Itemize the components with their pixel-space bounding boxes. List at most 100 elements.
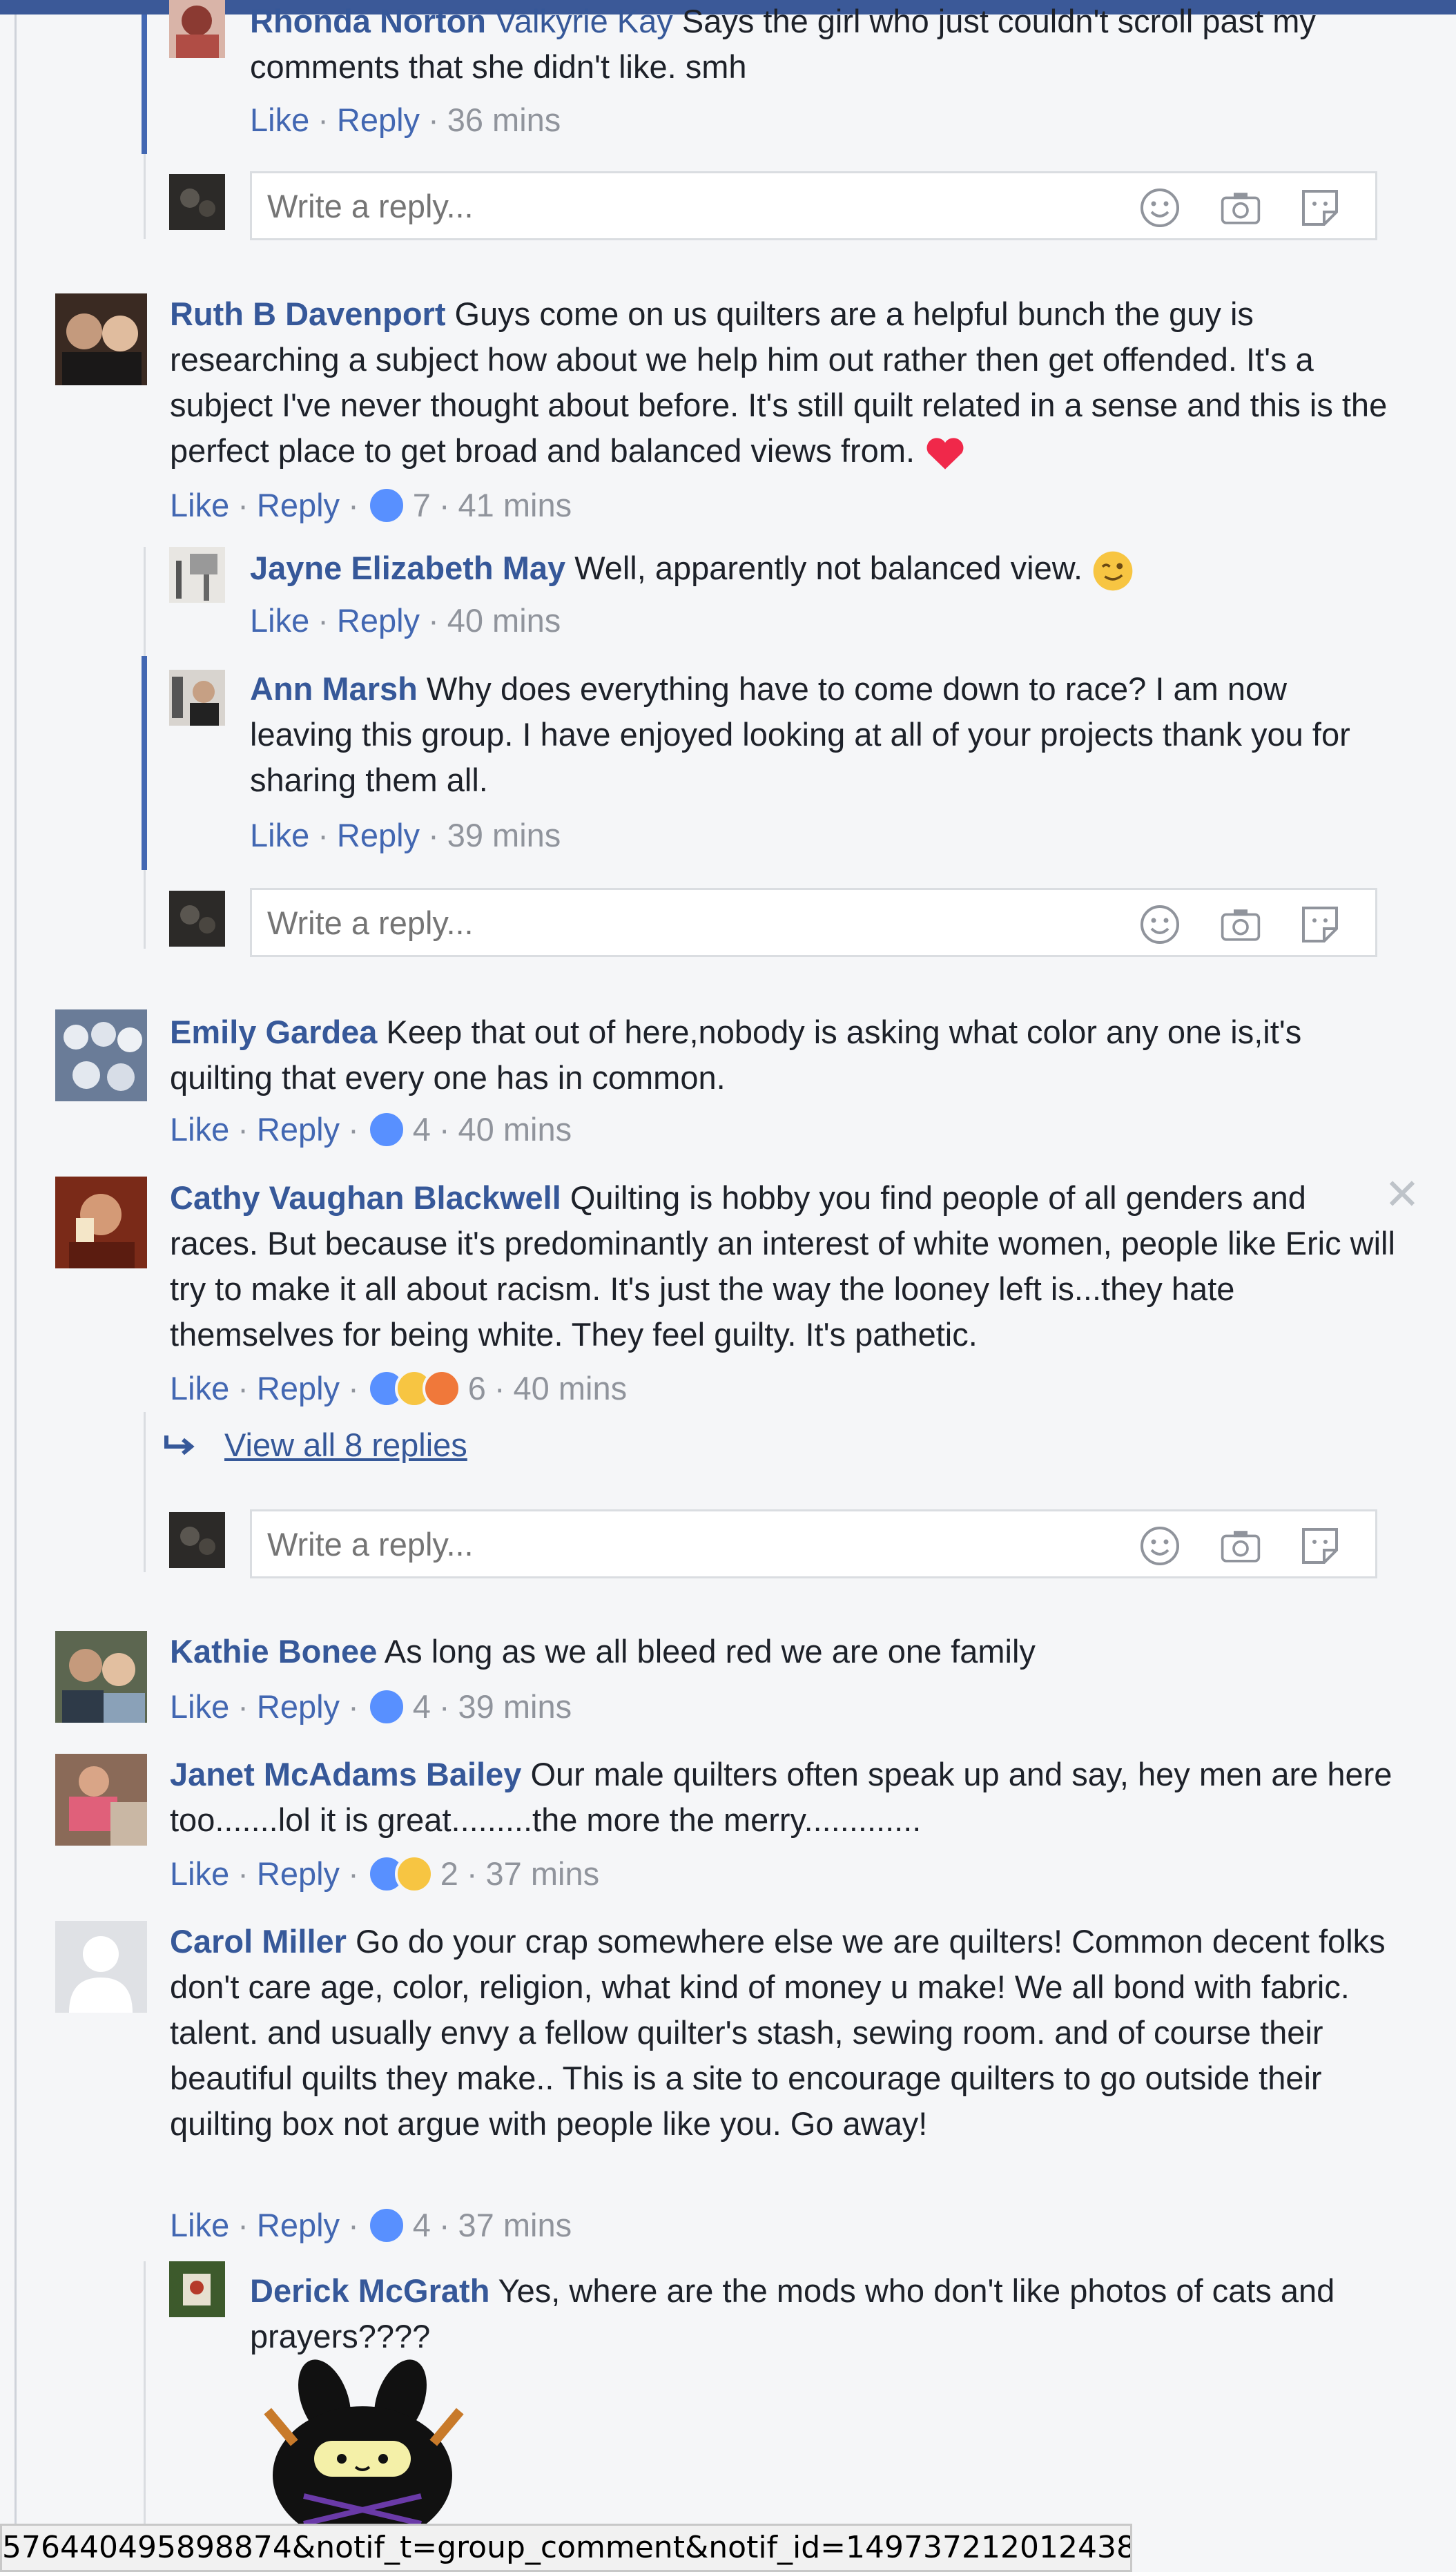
- separator: ·: [428, 101, 439, 138]
- reply-link[interactable]: Reply: [257, 1851, 340, 1897]
- reaction-count[interactable]: 2: [440, 1851, 458, 1897]
- commenter-name[interactable]: Cathy Vaughan Blackwell: [170, 1179, 561, 1216]
- separator: ·: [428, 817, 439, 853]
- reply-link[interactable]: Reply: [257, 1366, 340, 1411]
- separator: ·: [438, 1688, 450, 1725]
- reply-input[interactable]: [267, 173, 1061, 238]
- avatar[interactable]: [55, 1754, 147, 1846]
- sticker-icon[interactable]: [1299, 1527, 1341, 1565]
- emoji-icon[interactable]: [1139, 188, 1181, 227]
- reaction-count[interactable]: 4: [413, 1107, 431, 1152]
- timestamp: 36 mins: [447, 101, 561, 138]
- like-reaction-icon[interactable]: [367, 2206, 406, 2245]
- thread-left-border: [14, 14, 17, 2572]
- timestamp: 41 mins: [458, 487, 572, 523]
- timestamp: 40 mins: [447, 602, 561, 639]
- highlight-bar: [142, 14, 147, 154]
- commenter-name[interactable]: Ruth B Davenport: [170, 296, 446, 332]
- reply-input[interactable]: [267, 890, 1061, 955]
- commenter-name[interactable]: Jayne Elizabeth May: [250, 550, 565, 586]
- camera-icon[interactable]: [1220, 1527, 1261, 1565]
- timestamp: 39 mins: [447, 817, 561, 853]
- like-link[interactable]: Like: [170, 1107, 229, 1152]
- avatar[interactable]: [169, 2261, 225, 2317]
- avatar[interactable]: [55, 1631, 147, 1723]
- avatar[interactable]: [169, 547, 225, 603]
- timestamp: 39 mins: [458, 1688, 572, 1725]
- avatar[interactable]: [55, 1921, 147, 2013]
- avatar[interactable]: [55, 293, 147, 385]
- separator: ·: [318, 101, 329, 138]
- comment-actions: Like · Reply · 36 mins: [250, 97, 561, 143]
- commenter-name[interactable]: Emily Gardea: [170, 1014, 377, 1050]
- reply-link[interactable]: Reply: [257, 483, 340, 528]
- emoji-icon[interactable]: [1139, 905, 1181, 944]
- like-reaction-icon[interactable]: [367, 1688, 406, 1726]
- avatar[interactable]: [169, 0, 225, 58]
- like-link[interactable]: Like: [170, 1366, 229, 1411]
- comment-actions: Like · Reply · 4 · 39 mins: [170, 1684, 572, 1730]
- like-link[interactable]: Like: [250, 598, 309, 644]
- view-all-replies-link[interactable]: View all 8 replies: [162, 1422, 467, 1468]
- like-link[interactable]: Like: [250, 97, 309, 143]
- like-reaction-icon[interactable]: [367, 486, 406, 525]
- separator: ·: [237, 1111, 249, 1148]
- reaction-count[interactable]: 4: [413, 2203, 431, 2248]
- reply-link[interactable]: Reply: [257, 1684, 340, 1730]
- my-avatar: [169, 174, 225, 230]
- reply-link[interactable]: Reply: [257, 2203, 340, 2248]
- like-reaction-icon[interactable]: [367, 1110, 406, 1149]
- commenter-name[interactable]: Derick McGrath: [250, 2272, 489, 2309]
- separator: ·: [348, 487, 359, 523]
- comment-actions: Like · Reply · 4 · 37 mins: [170, 2203, 572, 2248]
- my-avatar: [169, 1512, 225, 1568]
- reaction-count[interactable]: 4: [413, 1684, 431, 1730]
- camera-icon[interactable]: [1220, 188, 1261, 227]
- reply-link[interactable]: Reply: [337, 813, 420, 858]
- commenter-name[interactable]: Ann Marsh: [250, 670, 418, 707]
- tagged-user[interactable]: Valkyrie Kay: [495, 3, 673, 39]
- like-link[interactable]: Like: [170, 2203, 229, 2248]
- separator: ·: [494, 1370, 505, 1406]
- timestamp: 40 mins: [458, 1111, 572, 1148]
- sticker-icon[interactable]: [1299, 905, 1341, 944]
- comment-text: As long as we all bleed red we are one f…: [377, 1633, 1036, 1670]
- reply-box: [250, 1509, 1377, 1578]
- highlight-bar: [142, 656, 147, 870]
- avatar[interactable]: [169, 670, 225, 726]
- like-link[interactable]: Like: [170, 1684, 229, 1730]
- reply-input[interactable]: [267, 1511, 1061, 1576]
- commenter-name[interactable]: Carol Miller: [170, 1923, 347, 1960]
- reply-link[interactable]: Reply: [337, 97, 420, 143]
- comment-body: Rhonda Norton Valkyrie Kay Says the girl…: [250, 0, 1368, 90]
- like-link[interactable]: Like: [250, 813, 309, 858]
- commenter-name[interactable]: Rhonda Norton: [250, 3, 486, 39]
- timestamp: 40 mins: [513, 1370, 628, 1406]
- wink-emoji-icon: [1093, 551, 1133, 590]
- reply-link[interactable]: Reply: [257, 1107, 340, 1152]
- commenter-name[interactable]: Kathie Bonee: [170, 1633, 377, 1670]
- wow-reaction-icon[interactable]: [394, 1855, 434, 1893]
- avatar[interactable]: [55, 1009, 147, 1101]
- reaction-count[interactable]: 7: [413, 483, 431, 528]
- timestamp: 37 mins: [458, 2207, 572, 2243]
- reply-box: [250, 888, 1377, 957]
- separator: ·: [348, 1111, 359, 1148]
- ninja-bunny-sticker[interactable]: [255, 2358, 476, 2544]
- separator: ·: [438, 487, 450, 523]
- sticker-icon[interactable]: [1299, 188, 1341, 227]
- like-link[interactable]: Like: [170, 483, 229, 528]
- close-icon[interactable]: ✕: [1384, 1174, 1420, 1217]
- my-avatar: [169, 891, 225, 947]
- angry-reaction-icon[interactable]: [422, 1369, 461, 1408]
- view-all-replies-label[interactable]: View all 8 replies: [224, 1422, 467, 1468]
- camera-icon[interactable]: [1220, 905, 1261, 944]
- commenter-name[interactable]: Janet McAdams Bailey: [170, 1756, 521, 1792]
- comment-body: Carol Miller Go do your crap somewhere e…: [170, 1919, 1399, 2147]
- reaction-count[interactable]: 6: [468, 1366, 486, 1411]
- like-link[interactable]: Like: [170, 1851, 229, 1897]
- avatar[interactable]: [55, 1177, 147, 1268]
- reply-link[interactable]: Reply: [337, 598, 420, 644]
- separator: ·: [428, 602, 439, 639]
- emoji-icon[interactable]: [1139, 1527, 1181, 1565]
